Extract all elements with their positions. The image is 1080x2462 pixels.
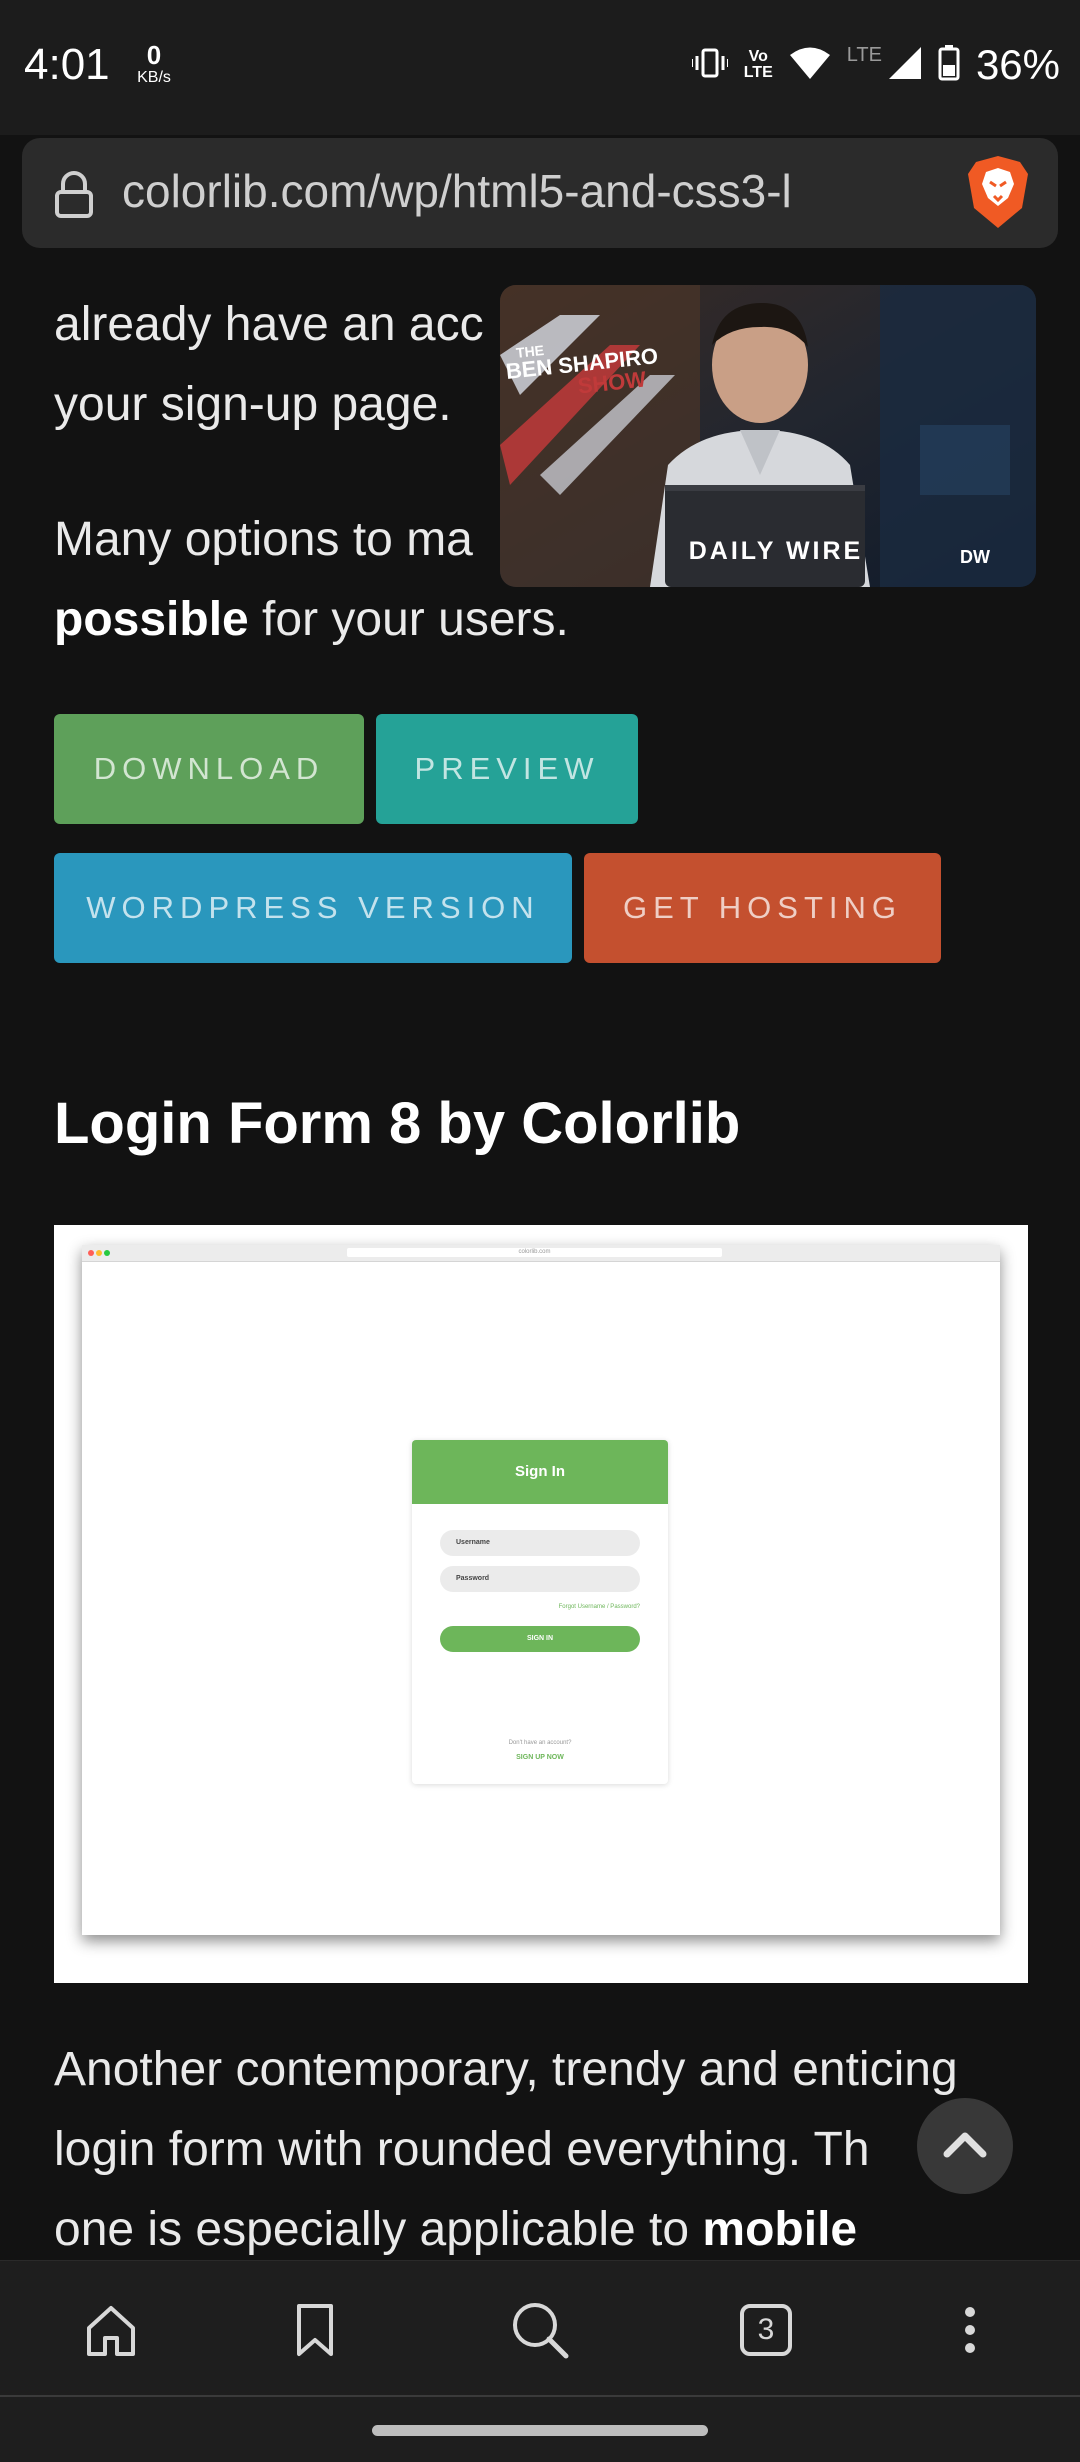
- scroll-to-top-button[interactable]: [917, 2098, 1013, 2194]
- battery-icon: [938, 44, 960, 86]
- vibrate-icon: [690, 47, 729, 84]
- volte-indicator: Vo LTE: [744, 49, 773, 81]
- preview-url: colorlib.com: [347, 1248, 722, 1257]
- password-field: Password: [440, 1566, 640, 1592]
- search-button[interactable]: [505, 2295, 575, 2365]
- brave-shields-icon[interactable]: [966, 154, 1030, 235]
- chevron-up-icon: [943, 2132, 987, 2158]
- volte-line2: LTE: [743, 64, 773, 81]
- login-form-preview-image[interactable]: colorlib.com Sign In Username Password F…: [54, 1225, 1028, 1983]
- paragraph-line: Another contemporary, trendy and enticin…: [54, 2043, 958, 2096]
- no-account-text: Don't have an account?: [508, 1740, 572, 1746]
- username-field: Username: [440, 1530, 640, 1556]
- tab-count: 3: [740, 2304, 792, 2356]
- search-icon: [513, 2303, 569, 2359]
- more-menu-button[interactable]: [935, 2295, 1005, 2365]
- lte-label: LTE: [846, 43, 882, 66]
- paragraph-text: for your users.: [248, 593, 569, 646]
- paragraph-line: one is especially applicable to mobile: [54, 2190, 857, 2260]
- status-bar: 4:01 0 KB/s Vo LTE LTE 36%: [0, 0, 1080, 135]
- window-dot: [88, 1250, 94, 1256]
- network-speed: 0 KB/s: [132, 42, 176, 86]
- paragraph-line: Many options to ma: [54, 513, 473, 566]
- bold-text: possible: [54, 593, 249, 646]
- sign-up-link: SIGN UP NOW: [516, 1754, 564, 1761]
- section-heading: Login Form 8 by Colorlib: [54, 1091, 741, 1156]
- more-vertical-icon: [965, 2307, 975, 2353]
- home-gesture-handle[interactable]: [372, 2425, 708, 2436]
- battery-percentage: 36%: [975, 41, 1060, 88]
- window-dot: [104, 1250, 110, 1256]
- bookmark-icon: [297, 2304, 333, 2356]
- picture-in-picture-video[interactable]: THE BEN SHAPIRO SHOW DAILY WIRE DW: [500, 285, 1036, 587]
- paragraph-line: login form with rounded everything. Th: [54, 2123, 870, 2176]
- wifi-icon: [789, 46, 831, 85]
- signal-icon: [888, 46, 922, 85]
- gesture-bar: [0, 2395, 1080, 2462]
- brand-watermark: DAILY WIRE: [688, 537, 864, 565]
- preview-browser-bar: colorlib.com: [82, 1245, 1000, 1262]
- paragraph-line: already have an acc: [54, 298, 484, 351]
- volte-line1: Vo: [748, 48, 768, 65]
- paragraph-line: your sign-up page.: [54, 378, 452, 431]
- url-text[interactable]: colorlib.com/wp/html5-and-css3-l: [122, 164, 952, 218]
- address-bar[interactable]: colorlib.com/wp/html5-and-css3-l: [22, 138, 1058, 248]
- wordpress-version-button[interactable]: WORDPRESS VERSION: [54, 853, 572, 963]
- tabs-button[interactable]: 3: [731, 2295, 801, 2365]
- corner-logo: DW: [960, 547, 990, 567]
- sign-in-title: Sign In: [412, 1440, 668, 1504]
- window-dot: [96, 1250, 102, 1256]
- home-icon: [87, 2306, 135, 2356]
- bold-text: mobile: [702, 2203, 858, 2256]
- sign-in-card: Sign In Username Password Forgot Usernam…: [412, 1440, 668, 1784]
- status-icons: Vo LTE LTE 36%: [690, 40, 1060, 90]
- paragraph-text: one is especially applicable to: [54, 2203, 703, 2256]
- preview-button[interactable]: PREVIEW: [376, 714, 638, 824]
- network-speed-value: 0: [146, 40, 162, 70]
- preview-browser-window: colorlib.com Sign In Username Password F…: [82, 1245, 1000, 1935]
- sign-in-button: SIGN IN: [440, 1626, 640, 1652]
- paragraph-line: possible for your users.: [54, 580, 569, 660]
- status-time: 4:01: [24, 40, 110, 89]
- lock-icon[interactable]: [52, 170, 96, 223]
- bookmarks-button[interactable]: [280, 2295, 350, 2365]
- network-speed-unit: KB/s: [137, 69, 171, 86]
- bottom-toolbar: 3: [0, 2260, 1080, 2396]
- get-hosting-button[interactable]: GET HOSTING: [584, 853, 941, 963]
- forgot-link: Forgot Username / Password?: [558, 1604, 640, 1610]
- home-button[interactable]: [76, 2295, 146, 2365]
- download-button[interactable]: DOWNLOAD: [54, 714, 364, 824]
